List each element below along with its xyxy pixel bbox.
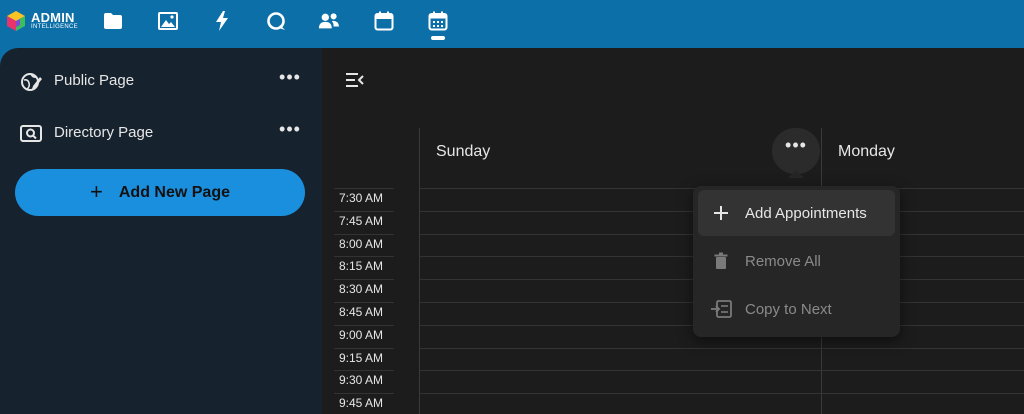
calendar-icon[interactable] <box>373 10 395 32</box>
time-label: 7:45 AM <box>339 214 384 228</box>
logo-subtitle: INTELLIGENCE <box>31 24 78 30</box>
sidebar-item-label: Directory Page <box>54 124 154 141</box>
sidebar-item-label: Public Page <box>54 72 135 89</box>
time-label: 9:15 AM <box>339 351 384 365</box>
time-row-divider <box>334 348 394 349</box>
day-column-divider <box>419 128 420 414</box>
menu-item-add-appointments[interactable]: Add Appointments <box>698 190 895 236</box>
time-row-divider <box>334 234 394 235</box>
folder-icon[interactable] <box>102 10 124 32</box>
add-new-page-button[interactable]: + Add New Page <box>15 169 305 216</box>
time-row-divider <box>334 256 394 257</box>
time-slot-row[interactable] <box>420 393 1024 394</box>
copy-next-icon <box>711 300 732 318</box>
menu-item-label: Remove All <box>745 253 821 270</box>
time-label: 8:00 AM <box>339 237 384 251</box>
time-row-divider <box>334 302 394 303</box>
day-more-options-button[interactable]: ••• <box>772 128 820 174</box>
chat-icon[interactable] <box>265 10 287 32</box>
menu-item-copy-to-next[interactable]: Copy to Next <box>698 286 895 332</box>
time-slot-row[interactable] <box>420 370 1024 371</box>
globe-edit-icon <box>21 73 42 91</box>
logo-mark-icon <box>7 11 25 31</box>
more-options-button[interactable]: ••• <box>279 120 301 144</box>
add-new-page-label: Add New Page <box>118 183 230 201</box>
time-label: 7:30 AM <box>339 191 384 205</box>
time-label: 8:45 AM <box>339 305 384 319</box>
time-row-divider <box>334 325 394 326</box>
calendar-grid-icon[interactable] <box>427 10 449 32</box>
time-row-divider <box>334 279 394 280</box>
time-label: 8:15 AM <box>339 259 384 273</box>
logo-title: ADMIN <box>31 10 75 25</box>
dropdown-arrow <box>788 170 804 178</box>
day-options-menu: Add Appointments Remove All Copy to Next <box>693 186 900 337</box>
day-header-sunday: Sunday <box>436 143 491 160</box>
sidebar-item-public-page[interactable]: Public Page ••• <box>0 61 322 101</box>
active-nav-indicator <box>431 36 445 40</box>
time-row-divider <box>334 188 394 189</box>
plus-icon <box>714 206 728 220</box>
more-options-button[interactable]: ••• <box>279 68 301 92</box>
menu-item-label: Copy to Next <box>745 301 832 318</box>
calendar-main <box>322 48 1024 414</box>
lightning-icon[interactable] <box>211 10 233 32</box>
time-slot-row[interactable] <box>420 348 1024 349</box>
time-label: 9:45 AM <box>339 396 384 410</box>
directory-icon <box>20 125 42 142</box>
menu-item-label: Add Appointments <box>745 205 867 222</box>
sidebar-item-directory-page[interactable]: Directory Page ••• <box>0 113 322 153</box>
image-icon[interactable] <box>157 10 179 32</box>
time-label: 9:30 AM <box>339 373 384 387</box>
trash-icon <box>714 252 728 269</box>
users-icon[interactable] <box>318 10 340 32</box>
collapse-sidebar-icon[interactable] <box>345 70 365 90</box>
sidebar: Public Page ••• Directory Page ••• + Add… <box>0 48 322 414</box>
plus-icon: + <box>90 178 103 204</box>
day-header-monday: Monday <box>838 143 895 160</box>
time-row-divider <box>334 211 394 212</box>
time-label: 8:30 AM <box>339 282 384 296</box>
time-label: 9:00 AM <box>339 328 384 342</box>
app-logo[interactable]: ADMIN INTELLIGENCE <box>5 9 85 33</box>
menu-item-remove-all[interactable]: Remove All <box>698 238 895 284</box>
top-navigation-bar: ADMIN INTELLIGENCE <box>0 0 1024 48</box>
time-row-divider <box>334 370 394 371</box>
time-row-divider <box>334 393 394 394</box>
